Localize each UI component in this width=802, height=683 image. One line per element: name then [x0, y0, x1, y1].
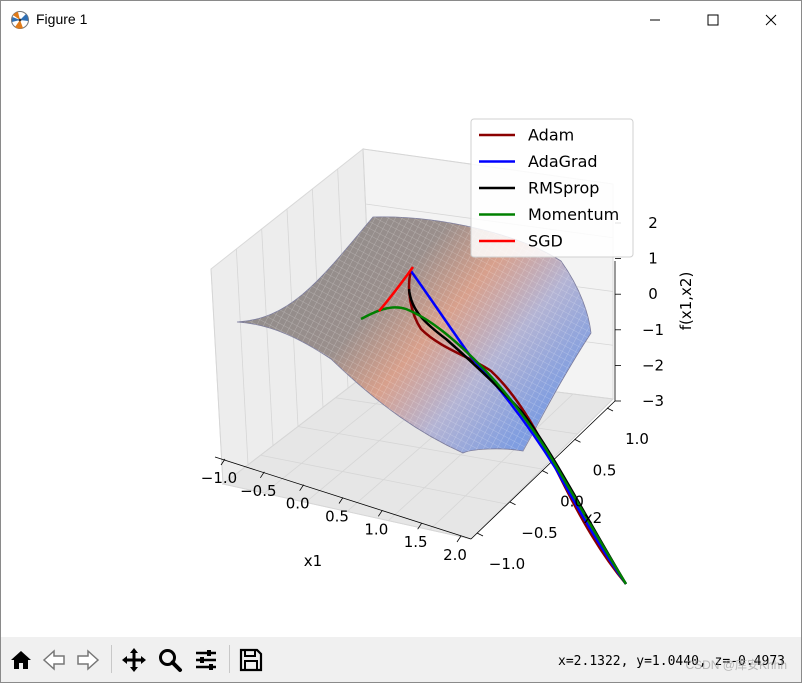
x-tick-label: 2.0: [443, 546, 467, 564]
window-title: Figure 1: [36, 11, 88, 27]
configure-subplots-icon: [196, 650, 216, 670]
z-tick-label: −1: [642, 321, 664, 339]
y-tick-mark: [541, 470, 549, 474]
back-icon: [42, 649, 65, 671]
z-tick-label: −3: [642, 392, 664, 410]
title-bar[interactable]: Figure 1: [1, 1, 801, 39]
x-tick-label: 0.5: [325, 508, 349, 526]
y-tick-mark: [476, 532, 484, 537]
back-button[interactable]: [39, 645, 69, 675]
minimize-button[interactable]: [627, 1, 683, 39]
matplotlib-icon: [10, 10, 30, 30]
legend-label: Momentum: [528, 205, 619, 224]
configure-subplots-button[interactable]: [191, 645, 221, 675]
z-tick-label: 0: [648, 285, 658, 303]
navigation-toolbar: x=2.1322, y=1.0440, z=-0.4973 CSDN @库安Kh…: [1, 637, 801, 682]
close-button[interactable]: [743, 1, 799, 39]
y-tick-mark: [574, 438, 581, 443]
zoom-button[interactable]: [155, 645, 185, 675]
legend: Adam AdaGrad RMSprop Momentum SGD: [470, 118, 634, 258]
toolbar-separator: [229, 645, 230, 673]
figure-window: Figure 1 −1.0 −0.5 0.0 0.5 1.0 1.5 2.0 −…: [0, 0, 802, 683]
x-tick-label: −0.5: [240, 482, 276, 500]
home-icon: [11, 651, 31, 669]
close-icon: [765, 14, 777, 26]
x-tick-label: 1.5: [404, 533, 428, 551]
y-tick-mark: [606, 407, 614, 412]
forward-button[interactable]: [73, 645, 103, 675]
y-axis-label: x2: [584, 509, 602, 527]
plot-canvas[interactable]: −1.0 −0.5 0.0 0.5 1.0 1.5 2.0 −1.0 −0.5 0.0 0.5 1.…: [1, 39, 801, 637]
legend-label: Adam: [528, 126, 574, 145]
z-tick-label: 1: [648, 250, 658, 268]
save-button[interactable]: [236, 645, 266, 675]
zoom-icon: [159, 649, 182, 672]
y-tick-label: 1.0: [625, 430, 649, 448]
x-tick-label: 0.0: [286, 495, 310, 513]
forward-icon: [77, 649, 100, 671]
y-tick-mark: [509, 501, 516, 506]
maximize-button[interactable]: [685, 1, 741, 39]
y-tick-label: 0.5: [593, 461, 617, 479]
surface-plot: −1.0−0.50.00.51.01.52.0 −1.0−0.50.00.51.…: [201, 118, 695, 585]
x-tick-label: −1.0: [201, 469, 237, 487]
minimize-icon: [650, 19, 660, 21]
y-tick-label: −1.0: [489, 555, 525, 573]
y-tick-label: −0.5: [521, 524, 557, 542]
x-tick-label: 1.0: [364, 520, 388, 538]
legend-label: SGD: [528, 232, 563, 251]
home-button[interactable]: [6, 645, 36, 675]
z-tick-label: −2: [642, 356, 664, 374]
legend-label: RMSprop: [528, 179, 599, 198]
x-axis-label: x1: [304, 552, 322, 570]
pan-icon: [122, 648, 146, 672]
y-tick-label: 0.0: [560, 493, 584, 511]
toolbar-separator: [111, 645, 112, 673]
z-tick-label: 2: [648, 214, 658, 232]
pan-button[interactable]: [119, 645, 149, 675]
maximize-icon: [707, 14, 719, 26]
save-icon: [239, 648, 263, 672]
x-tick-mark: [456, 535, 462, 543]
z-axis-label: f(x1,x2): [677, 272, 695, 331]
legend-label: AdaGrad: [528, 152, 598, 171]
watermark: CSDN @库安Khhh: [685, 658, 787, 672]
